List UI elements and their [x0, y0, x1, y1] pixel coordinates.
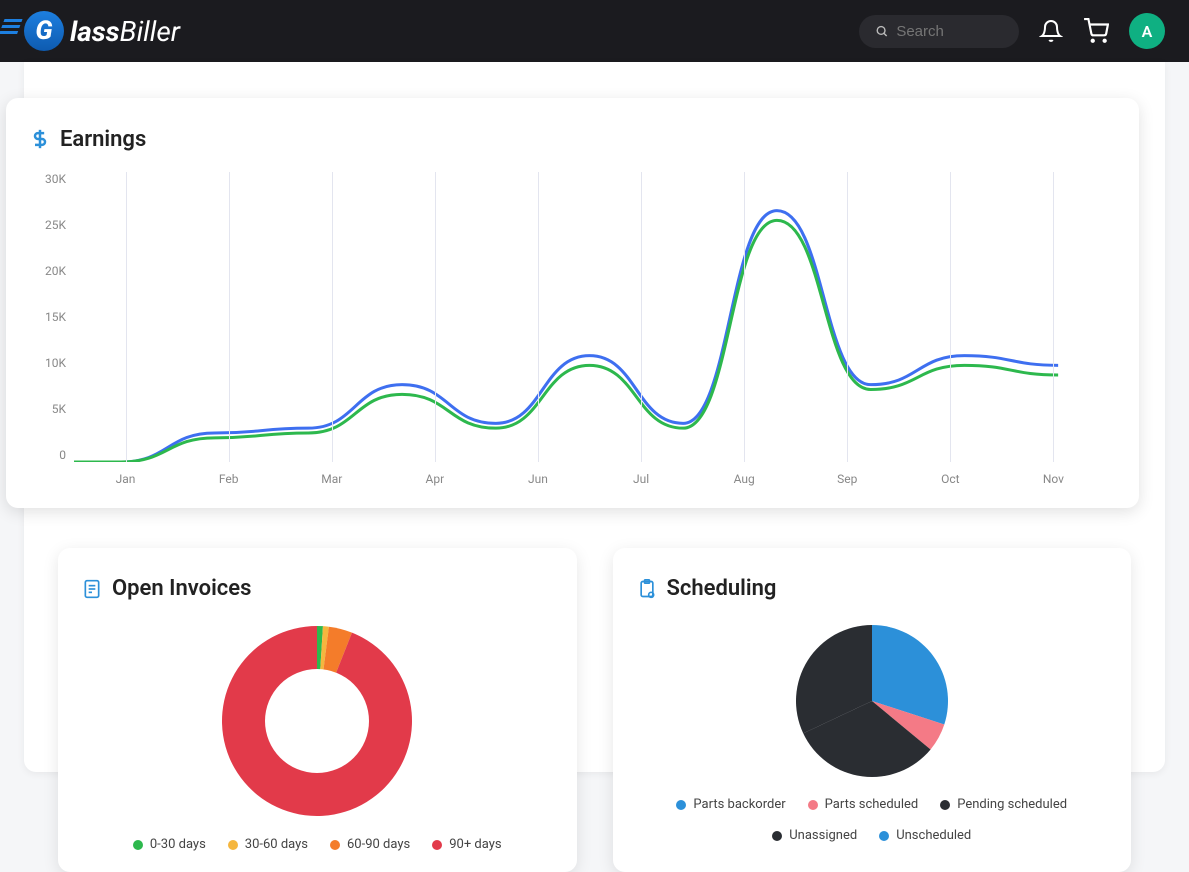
open-invoices-card: Open Invoices 0-30 days 30-60 days 60-90 d… — [58, 548, 577, 872]
grid-line — [1053, 172, 1054, 462]
legend-swatch — [940, 800, 950, 810]
legend-swatch — [772, 831, 782, 841]
legend-item[interactable]: Parts backorder — [676, 797, 785, 812]
grid-line — [950, 172, 951, 462]
x-tick: Jul — [633, 472, 649, 486]
legend-label: 60-90 days — [347, 837, 410, 852]
open-invoices-title: Open Invoices — [82, 576, 553, 601]
x-tick: Mar — [321, 472, 342, 486]
grid-line — [641, 172, 642, 462]
search-input[interactable] — [896, 23, 1003, 40]
y-tick: 0 — [30, 448, 66, 462]
legend-label: Unassigned — [789, 828, 857, 843]
grid-line — [332, 172, 333, 462]
grid-line — [126, 172, 127, 462]
bottom-row: Open Invoices 0-30 days 30-60 days 60-90 d… — [58, 548, 1131, 872]
legend-swatch — [879, 831, 889, 841]
notifications-button[interactable] — [1039, 19, 1063, 43]
bell-icon — [1039, 19, 1063, 43]
invoice-icon — [82, 578, 102, 600]
legend-item[interactable]: 30-60 days — [228, 837, 308, 852]
open-invoices-donut — [217, 621, 417, 821]
logo-badge: G — [24, 11, 64, 51]
legend-label: Parts backorder — [693, 797, 785, 812]
legend-item[interactable]: 0-30 days — [133, 837, 206, 852]
legend-swatch — [432, 840, 442, 850]
grid-line — [847, 172, 848, 462]
legend-swatch — [330, 840, 340, 850]
y-tick: 25K — [30, 218, 66, 232]
legend-label: 0-30 days — [150, 837, 206, 852]
grid-line — [435, 172, 436, 462]
x-tick: Sep — [837, 472, 857, 486]
legend-swatch — [808, 800, 818, 810]
scheduling-legend: Parts backorder Parts scheduled Pending sc… — [637, 797, 1108, 843]
line-series — [74, 211, 1058, 462]
grid-line — [744, 172, 745, 462]
scheduling-title: Scheduling — [637, 576, 1108, 601]
cart-button[interactable] — [1083, 18, 1109, 44]
scheduling-pie — [792, 621, 952, 781]
grid-line — [538, 172, 539, 462]
legend-item[interactable]: 60-90 days — [330, 837, 410, 852]
x-tick: Apr — [426, 472, 445, 486]
legend-item[interactable]: Unscheduled — [879, 828, 971, 843]
y-tick: 5K — [30, 402, 66, 416]
legend-swatch — [228, 840, 238, 850]
grid-line — [229, 172, 230, 462]
legend-label: Pending scheduled — [957, 797, 1067, 812]
y-tick: 30K — [30, 172, 66, 186]
legend-swatch — [133, 840, 143, 850]
plot-area — [74, 172, 1105, 462]
legend-label: Parts scheduled — [825, 797, 919, 812]
legend-label: 30-60 days — [245, 837, 308, 852]
topbar: G lassBiller A — [0, 0, 1189, 62]
open-invoices-legend: 0-30 days 30-60 days 60-90 days 90+ days — [82, 837, 553, 852]
topbar-right: A — [859, 13, 1165, 49]
x-tick: Jan — [116, 472, 136, 486]
earnings-title: Earnings — [30, 126, 1115, 152]
x-tick: Feb — [219, 472, 239, 486]
search-icon — [875, 23, 888, 39]
y-tick: 20K — [30, 264, 66, 278]
legend-item[interactable]: 90+ days — [432, 837, 501, 852]
dollar-icon — [30, 126, 50, 152]
x-tick: Nov — [1043, 472, 1064, 486]
legend-item[interactable]: Parts scheduled — [808, 797, 919, 812]
x-tick: Oct — [941, 472, 959, 486]
y-tick: 10K — [30, 356, 66, 370]
legend-label: 90+ days — [449, 837, 501, 852]
x-tick: Jun — [528, 472, 548, 486]
y-tick: 15K — [30, 310, 66, 324]
legend-item[interactable]: Pending scheduled — [940, 797, 1067, 812]
y-axis: 30K 25K 20K 15K 10K 5K 0 — [30, 172, 66, 462]
clipboard-icon — [637, 578, 657, 600]
line-series — [74, 220, 1058, 462]
earnings-chart: 30K 25K 20K 15K 10K 5K 0 Jan Feb Mar Apr Jun Jul Aug… — [30, 172, 1115, 492]
avatar[interactable]: A — [1129, 13, 1165, 49]
logo-text: lassBiller — [70, 15, 180, 48]
legend-swatch — [676, 800, 686, 810]
legend-label: Unscheduled — [896, 828, 971, 843]
scheduling-card: Scheduling Parts backorder Parts schedule… — [613, 548, 1132, 872]
legend-item[interactable]: Unassigned — [772, 828, 857, 843]
brand-logo[interactable]: G lassBiller — [24, 11, 180, 51]
cart-icon — [1083, 18, 1109, 44]
search-box[interactable] — [859, 15, 1019, 48]
donut-hole — [265, 669, 369, 773]
x-tick: Aug — [734, 472, 755, 486]
x-axis: Jan Feb Mar Apr Jun Jul Aug Sep Oct Nov — [74, 472, 1105, 492]
earnings-card: Earnings 30K 25K 20K 15K 10K 5K 0 Jan Feb Mar Apr… — [6, 98, 1139, 508]
